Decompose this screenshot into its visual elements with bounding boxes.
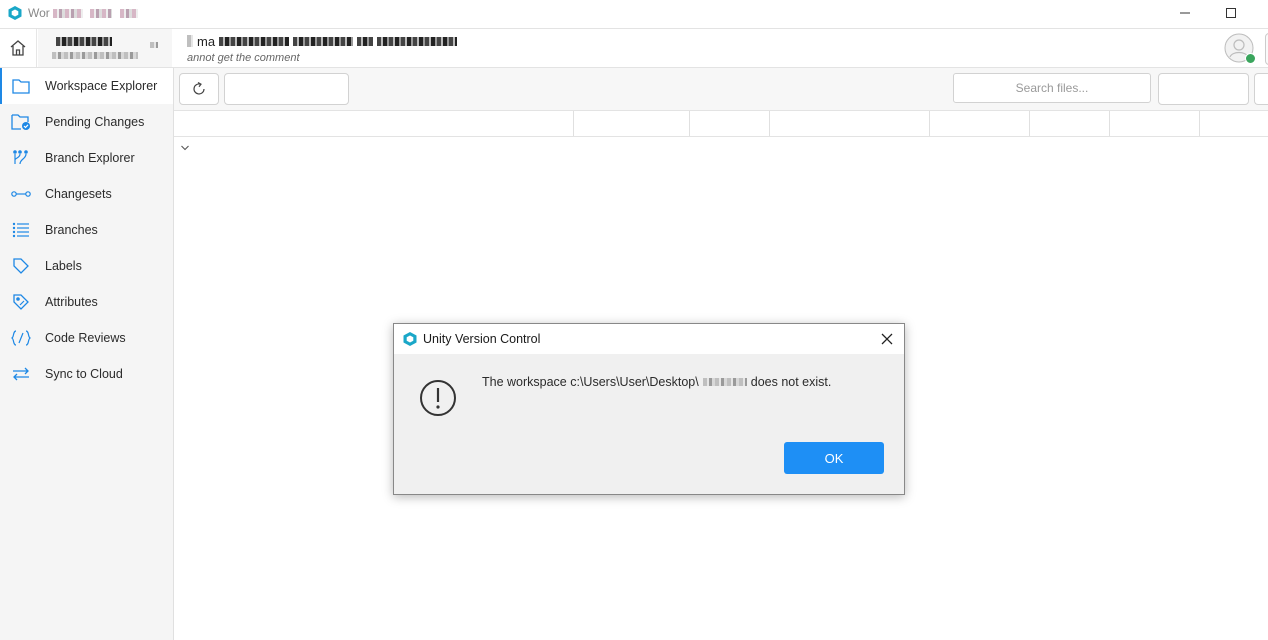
home-button[interactable]: [0, 29, 37, 67]
sidebar-item-pending-changes[interactable]: Pending Changes: [0, 104, 173, 140]
label-tag-icon: [11, 257, 31, 275]
chevron-down-icon[interactable]: [180, 143, 190, 153]
sidebar-item-label: Branch Explorer: [45, 151, 135, 165]
sidebar-item-label: Sync to Cloud: [45, 367, 123, 381]
error-dialog: Unity Version Control The workspace c:\U…: [393, 323, 905, 495]
branches-list-icon: [11, 221, 31, 239]
title-bar: Wor: [0, 0, 1268, 29]
sidebar-item-label: Attributes: [45, 295, 98, 309]
app-logo-icon: [8, 6, 22, 20]
sidebar-item-branches[interactable]: Branches: [0, 212, 173, 248]
filter-button[interactable]: [1158, 73, 1249, 105]
minimize-button[interactable]: [1162, 0, 1208, 26]
sidebar: Workspace Explorer Pending Changes Branc…: [0, 68, 174, 640]
code-reviews-icon: [11, 329, 31, 347]
sidebar-item-label: Labels: [45, 259, 82, 273]
sidebar-item-label: Pending Changes: [45, 115, 145, 129]
refresh-button[interactable]: [179, 73, 219, 105]
warning-exclamation-icon: [420, 380, 456, 416]
sidebar-item-label: Changesets: [45, 187, 112, 201]
sidebar-item-branch-explorer[interactable]: Branch Explorer: [0, 140, 173, 176]
branch-explorer-icon: [11, 149, 31, 167]
sync-arrows-icon: [11, 365, 31, 383]
column-separator[interactable]: [689, 111, 690, 136]
column-separator[interactable]: [1029, 111, 1030, 136]
pending-changes-icon: [11, 113, 31, 131]
folder-icon: [11, 77, 31, 95]
app-logo-icon: [403, 332, 417, 346]
refresh-icon: [193, 81, 205, 95]
workspace-header: ma annot get the comment: [0, 29, 1268, 68]
ok-button[interactable]: OK: [784, 442, 884, 474]
maximize-icon: [1226, 8, 1236, 18]
workspace-toolbar: [174, 68, 1268, 111]
sidebar-item-label: Code Reviews: [45, 331, 126, 345]
home-icon: [10, 40, 26, 56]
column-separator[interactable]: [769, 111, 770, 136]
sidebar-item-sync-to-cloud[interactable]: Sync to Cloud: [0, 356, 173, 392]
column-separator[interactable]: [573, 111, 574, 136]
changesets-icon: [11, 185, 31, 203]
changeset-comment: annot get the comment: [187, 52, 300, 64]
sidebar-item-code-reviews[interactable]: Code Reviews: [0, 320, 173, 356]
sidebar-item-changesets[interactable]: Changesets: [0, 176, 173, 212]
column-separator[interactable]: [929, 111, 930, 136]
sidebar-item-workspace-explorer[interactable]: Workspace Explorer: [0, 68, 173, 104]
changeset-info: ma annot get the comment: [187, 32, 458, 64]
file-list-header: [174, 111, 1268, 137]
dialog-message: The workspace c:\Users\User\Desktop\ doe…: [482, 375, 832, 389]
sidebar-item-attributes[interactable]: Attributes: [0, 284, 173, 320]
toolbar-dropdown-button[interactable]: [224, 73, 349, 105]
window-title: Wor: [28, 6, 138, 20]
search-input[interactable]: [953, 73, 1151, 103]
sidebar-item-label: Branches: [45, 223, 98, 237]
options-button[interactable]: [1254, 73, 1268, 105]
minimize-icon: [1180, 12, 1190, 14]
online-status-badge: [1245, 53, 1256, 64]
changeset-title: ma: [197, 33, 216, 49]
column-separator[interactable]: [1199, 111, 1200, 136]
repository-selector[interactable]: [38, 29, 172, 67]
sidebar-item-labels[interactable]: Labels: [0, 248, 173, 284]
dialog-title-bar: Unity Version Control: [394, 324, 904, 354]
maximize-button[interactable]: [1208, 0, 1254, 26]
sidebar-item-label: Workspace Explorer: [45, 79, 158, 93]
dialog-title: Unity Version Control: [423, 332, 541, 346]
column-separator[interactable]: [1109, 111, 1110, 136]
attributes-tag-icon: [11, 293, 31, 311]
close-icon[interactable]: [878, 330, 896, 348]
